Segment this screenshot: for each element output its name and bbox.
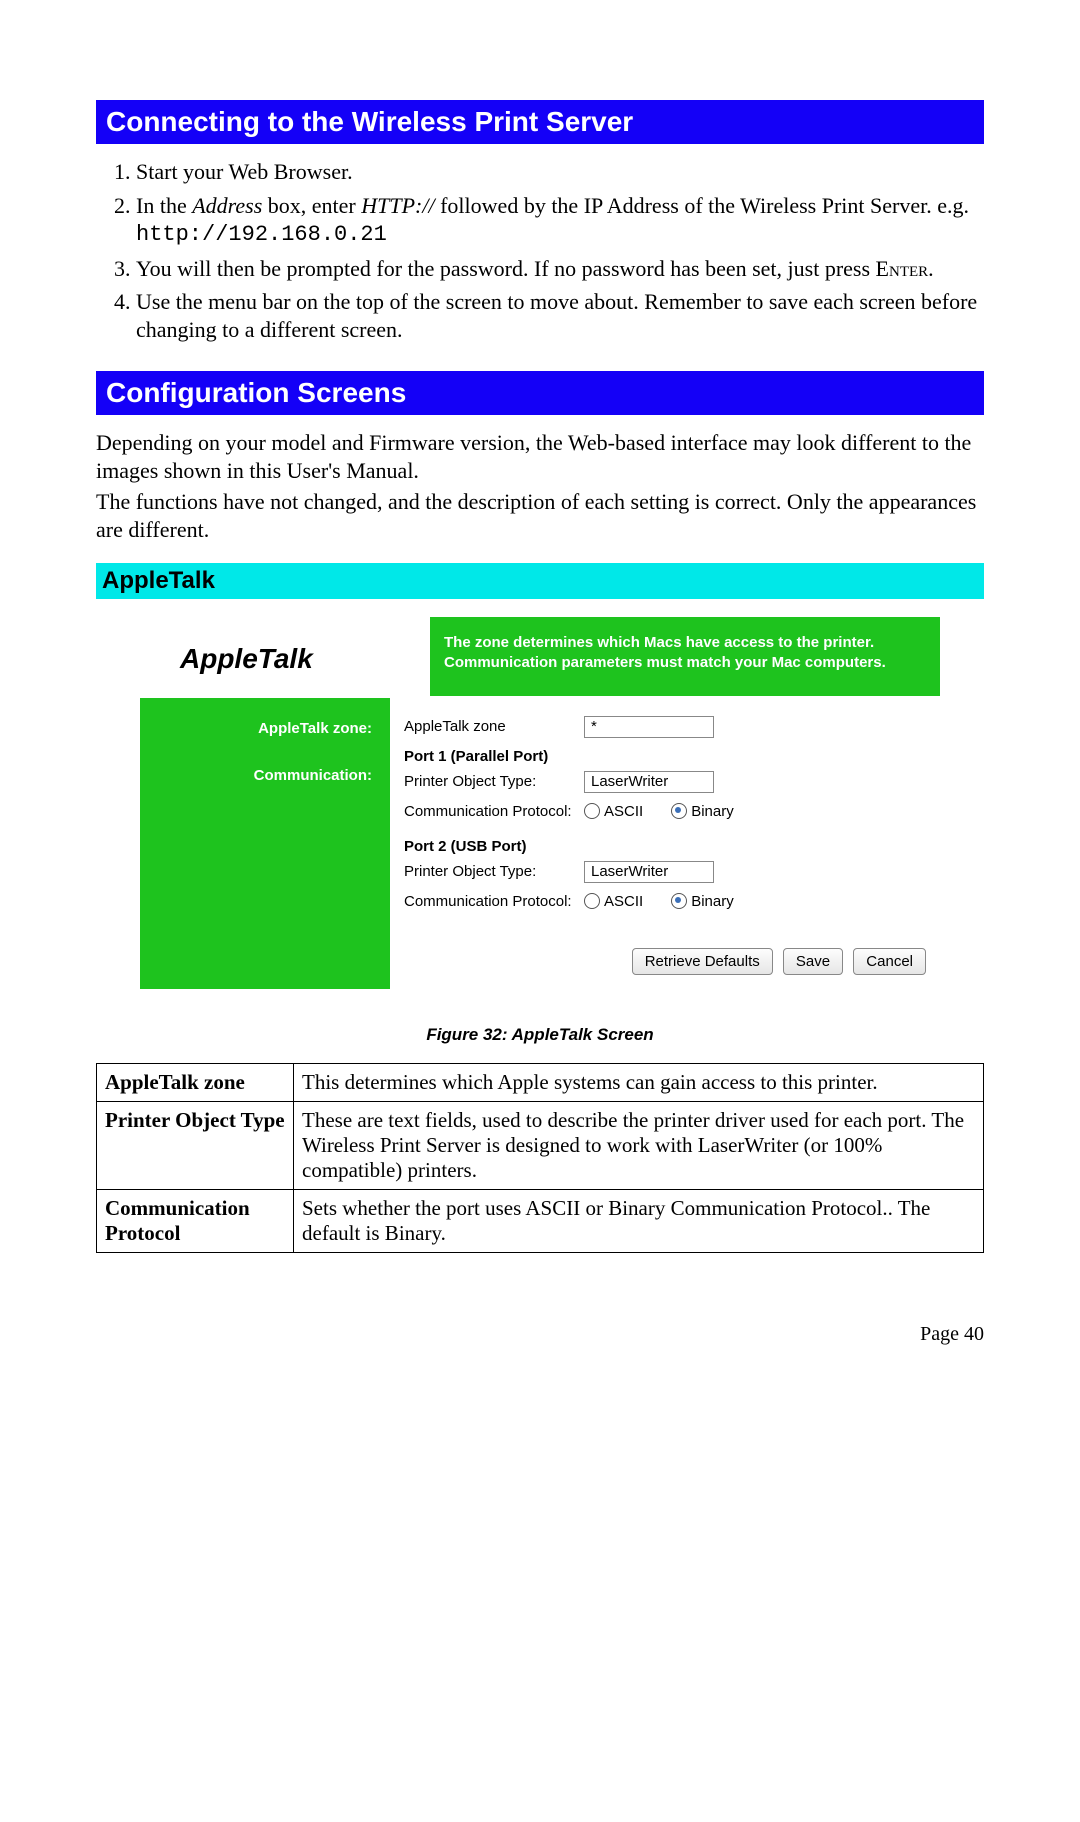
port1-ascii-radio[interactable]: ASCII <box>584 803 643 820</box>
step2-code: http://192.168.0.21 <box>136 222 387 247</box>
figure-caption: Figure 32: AppleTalk Screen <box>96 1025 984 1045</box>
config-p1: Depending on your model and Firmware ver… <box>96 429 984 484</box>
port1-obj-input[interactable] <box>584 771 714 793</box>
heading-config: Configuration Screens <box>96 371 984 415</box>
port1-comm-label: Communication Protocol: <box>404 803 584 820</box>
sshot-form: AppleTalk zone Port 1 (Parallel Port) Pr… <box>390 698 940 989</box>
sshot-sidebar: AppleTalk zone: Communication: <box>140 698 390 989</box>
description-table: AppleTalk zone This determines which App… <box>96 1063 984 1253</box>
port2-binary-label: Binary <box>691 893 734 910</box>
subhead-appletalk: AppleTalk <box>96 563 984 599</box>
appletalk-screenshot: AppleTalk The zone determines which Macs… <box>140 617 940 989</box>
heading-connecting: Connecting to the Wireless Print Server <box>96 100 984 144</box>
cell-comm-val: Sets whether the port uses ASCII or Bina… <box>294 1189 984 1252</box>
step3-enter: Enter <box>876 256 929 281</box>
table-row: Communication Protocol Sets whether the … <box>97 1189 984 1252</box>
port1-obj-label: Printer Object Type: <box>404 773 584 790</box>
port2-obj-label: Printer Object Type: <box>404 863 584 880</box>
port2-obj-input[interactable] <box>584 861 714 883</box>
banner-line1: The zone determines which Macs have acce… <box>444 634 874 651</box>
port2-ascii-radio[interactable]: ASCII <box>584 893 643 910</box>
port1-title: Port 1 (Parallel Port) <box>404 748 926 771</box>
steps-list: Start your Web Browser. In the Address b… <box>96 158 984 343</box>
side-label-zone: AppleTalk zone: <box>140 720 372 767</box>
cancel-button[interactable]: Cancel <box>853 948 926 975</box>
step-4: Use the menu bar on the top of the scree… <box>136 288 984 343</box>
step2-text-c: box, enter <box>262 193 361 218</box>
step-3: You will then be prompted for the passwo… <box>136 255 984 283</box>
table-row: AppleTalk zone This determines which App… <box>97 1063 984 1101</box>
sshot-title: AppleTalk <box>140 617 430 696</box>
cell-obj-val: These are text fields, used to describe … <box>294 1101 984 1189</box>
zone-label: AppleTalk zone <box>404 718 584 735</box>
port2-ascii-label: ASCII <box>604 893 643 910</box>
step2-address: Address <box>192 193 262 218</box>
step-1: Start your Web Browser. <box>136 158 984 186</box>
step3-text-c: . <box>928 256 934 281</box>
config-p2: The functions have not changed, and the … <box>96 488 984 543</box>
banner-line2: Communication parameters must match your… <box>444 654 886 671</box>
retrieve-defaults-button[interactable]: Retrieve Defaults <box>632 948 773 975</box>
page-content: Connecting to the Wireless Print Server … <box>0 0 1080 1406</box>
sshot-banner: The zone determines which Macs have acce… <box>430 617 940 696</box>
cell-zone-key: AppleTalk zone <box>97 1063 294 1101</box>
cell-comm-key: Communication Protocol <box>97 1189 294 1252</box>
step2-text-a: In the <box>136 193 192 218</box>
step3-text-a: You will then be prompted for the passwo… <box>136 256 876 281</box>
cell-zone-val: This determines which Apple systems can … <box>294 1063 984 1101</box>
table-row: Printer Object Type These are text field… <box>97 1101 984 1189</box>
port1-binary-label: Binary <box>691 803 734 820</box>
config-intro: Depending on your model and Firmware ver… <box>96 429 984 543</box>
port1-binary-radio[interactable]: Binary <box>671 803 734 820</box>
page-number: Page 40 <box>96 1323 984 1346</box>
port1-ascii-label: ASCII <box>604 803 643 820</box>
cell-obj-key: Printer Object Type <box>97 1101 294 1189</box>
port2-comm-label: Communication Protocol: <box>404 893 584 910</box>
step-2: In the Address box, enter HTTP:// follow… <box>136 192 984 249</box>
side-label-comm: Communication: <box>140 767 372 814</box>
step2-text-e: followed by the IP Address of the Wirele… <box>435 193 969 218</box>
port2-title: Port 2 (USB Port) <box>404 838 926 861</box>
step2-http: HTTP:// <box>361 193 434 218</box>
port2-binary-radio[interactable]: Binary <box>671 893 734 910</box>
save-button[interactable]: Save <box>783 948 843 975</box>
zone-input[interactable] <box>584 716 714 738</box>
